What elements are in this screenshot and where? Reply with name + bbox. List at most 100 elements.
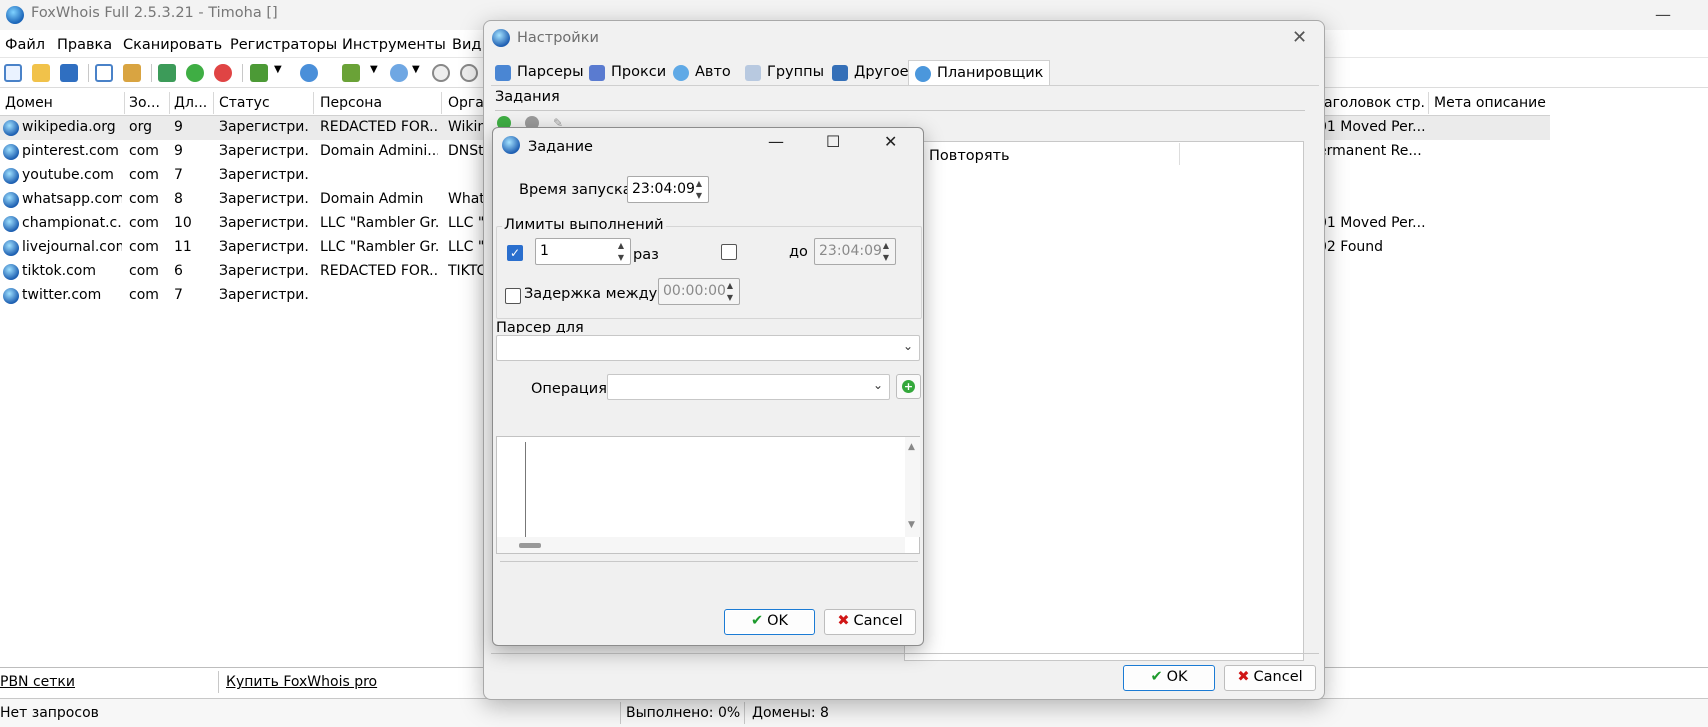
col-length[interactable]: Дл... (174, 95, 209, 111)
scan-icon[interactable] (342, 64, 360, 82)
tab-groups[interactable]: Группы (739, 60, 830, 86)
copy-icon[interactable] (95, 64, 113, 82)
settings-ok-button[interactable]: ✔ OK (1123, 665, 1215, 691)
add-operation-button[interactable]: + (896, 374, 921, 399)
delay-field[interactable]: 00:00:00 ▲ ▼ (658, 278, 740, 305)
cross-icon: ✖ (837, 613, 850, 629)
scrollbar-thumb[interactable] (519, 543, 541, 548)
scroll-down-icon[interactable]: ▼ (908, 520, 915, 530)
pbn-link[interactable]: PBN сетки (0, 674, 75, 690)
spin-up-icon[interactable]: ▲ (723, 280, 737, 291)
col-separator[interactable] (169, 92, 170, 114)
dialog-divider (491, 653, 1319, 654)
col-domain[interactable]: Домен (5, 95, 120, 111)
menu-scan[interactable]: Сканировать (123, 37, 222, 53)
count-limit-checkbox[interactable]: ✓ (507, 245, 523, 261)
tab-scheduler[interactable]: Планировщик (908, 60, 1051, 86)
pause-icon[interactable] (432, 64, 450, 82)
app-title: FoxWhois Full 2.5.3.21 - Timoha [] (31, 5, 278, 21)
spin-down-icon[interactable]: ▼ (723, 292, 737, 303)
cell-person: LLC "Rambler Gr... (320, 239, 438, 255)
cross-icon: ✖ (1237, 669, 1250, 685)
parser-combo[interactable]: ⌄ (496, 335, 920, 361)
cell-person: Domain Admin (320, 191, 424, 207)
menu-view[interactable]: Вид (452, 37, 481, 53)
status-domains: Домены: 8 (752, 705, 829, 721)
jobs-list[interactable] (904, 141, 1304, 661)
tab-auto[interactable]: Авто (667, 60, 737, 86)
paste-icon[interactable] (123, 64, 141, 82)
dropdown-arrow-icon[interactable]: ▼ (412, 64, 422, 82)
spin-up-icon[interactable]: ▲ (614, 240, 628, 251)
until-time-field[interactable]: 23:04:09 ▲ ▼ (814, 238, 896, 265)
col-status[interactable]: Статус (219, 95, 309, 111)
stop-icon[interactable] (460, 64, 478, 82)
tab-proxy[interactable]: Прокси (583, 60, 672, 86)
chevron-down-icon: ⌄ (872, 378, 883, 392)
menu-file[interactable]: Файл (5, 37, 45, 53)
col-repeat[interactable]: Повторять (929, 148, 1010, 164)
minimize-icon[interactable]: — (1655, 5, 1671, 24)
start-time-field[interactable]: 23:04:09 ▲ ▼ (627, 176, 709, 203)
horizontal-scrollbar[interactable] (497, 537, 905, 553)
col-separator[interactable] (1179, 143, 1180, 165)
col-org[interactable]: Орга (448, 95, 483, 111)
maximize-icon[interactable]: ☐ (826, 132, 840, 151)
menu-edit[interactable]: Правка (57, 37, 112, 53)
tools-icon[interactable] (250, 64, 268, 82)
col-page-title[interactable]: аголовок стр... (1324, 95, 1424, 111)
delay-checkbox[interactable] (505, 288, 521, 304)
spin-down-icon[interactable]: ▼ (614, 252, 628, 263)
buy-pro-link[interactable]: Купить FoxWhois pro (226, 674, 377, 690)
open-folder-icon[interactable] (32, 64, 50, 82)
close-icon[interactable]: ✕ (884, 132, 897, 151)
col-separator[interactable] (1428, 92, 1429, 114)
dropdown-arrow-icon[interactable]: ▼ (274, 64, 284, 82)
step-icon[interactable] (390, 64, 408, 82)
scroll-up-icon[interactable]: ▲ (908, 442, 915, 452)
save-icon (832, 65, 848, 81)
cell-domain: livejournal.com (22, 239, 122, 255)
menu-registrars[interactable]: Регистраторы (230, 37, 337, 53)
cell-title: 02 Found (1318, 239, 1384, 255)
col-separator[interactable] (124, 92, 125, 114)
remove-icon[interactable] (214, 64, 232, 82)
vertical-scrollbar[interactable]: ▲ ▼ (905, 437, 920, 537)
task-ok-button[interactable]: ✔ OK (724, 609, 815, 635)
play-icon[interactable] (300, 64, 318, 82)
close-icon[interactable]: ✕ (1292, 27, 1307, 48)
tab-parsers[interactable]: Парсеры (489, 60, 590, 86)
spin-down-icon[interactable]: ▼ (879, 252, 893, 263)
col-separator[interactable] (313, 92, 314, 114)
plus-icon: + (902, 380, 915, 393)
new-icon[interactable] (4, 64, 22, 82)
tab-other[interactable]: Другое (826, 60, 915, 86)
panel-separator (218, 671, 219, 693)
cell-len: 9 (174, 143, 183, 159)
save-icon[interactable] (60, 64, 78, 82)
operation-combo[interactable]: ⌄ (607, 374, 890, 400)
count-field[interactable]: 1 ▲ ▼ (535, 238, 631, 265)
refresh-icon[interactable] (158, 64, 176, 82)
until-checkbox[interactable] (721, 244, 737, 260)
minimize-icon[interactable]: — (768, 132, 784, 151)
spin-up-icon[interactable]: ▲ (879, 240, 893, 251)
cell-status: Зарегистри... (219, 143, 309, 159)
settings-cancel-button[interactable]: ✖ Cancel (1224, 665, 1316, 691)
cell-len: 7 (174, 287, 183, 303)
chevron-down-icon: ⌄ (902, 339, 913, 353)
col-zone[interactable]: Зо... (129, 95, 167, 111)
task-params-editor[interactable]: ▲ ▼ (496, 436, 920, 554)
col-person[interactable]: Персона (320, 95, 440, 111)
col-separator[interactable] (441, 92, 442, 114)
task-cancel-button[interactable]: ✖ Cancel (824, 609, 916, 635)
spin-down-icon[interactable]: ▼ (692, 190, 706, 201)
add-icon[interactable] (186, 64, 204, 82)
spin-up-icon[interactable]: ▲ (692, 178, 706, 189)
col-separator[interactable] (213, 92, 214, 114)
col-meta-description[interactable]: Мета описание (1434, 95, 1554, 111)
cell-len: 6 (174, 263, 183, 279)
cell-org: Wikin (448, 119, 483, 135)
menu-tools[interactable]: Инструменты (342, 37, 446, 53)
dropdown-arrow-icon[interactable]: ▼ (370, 64, 380, 82)
